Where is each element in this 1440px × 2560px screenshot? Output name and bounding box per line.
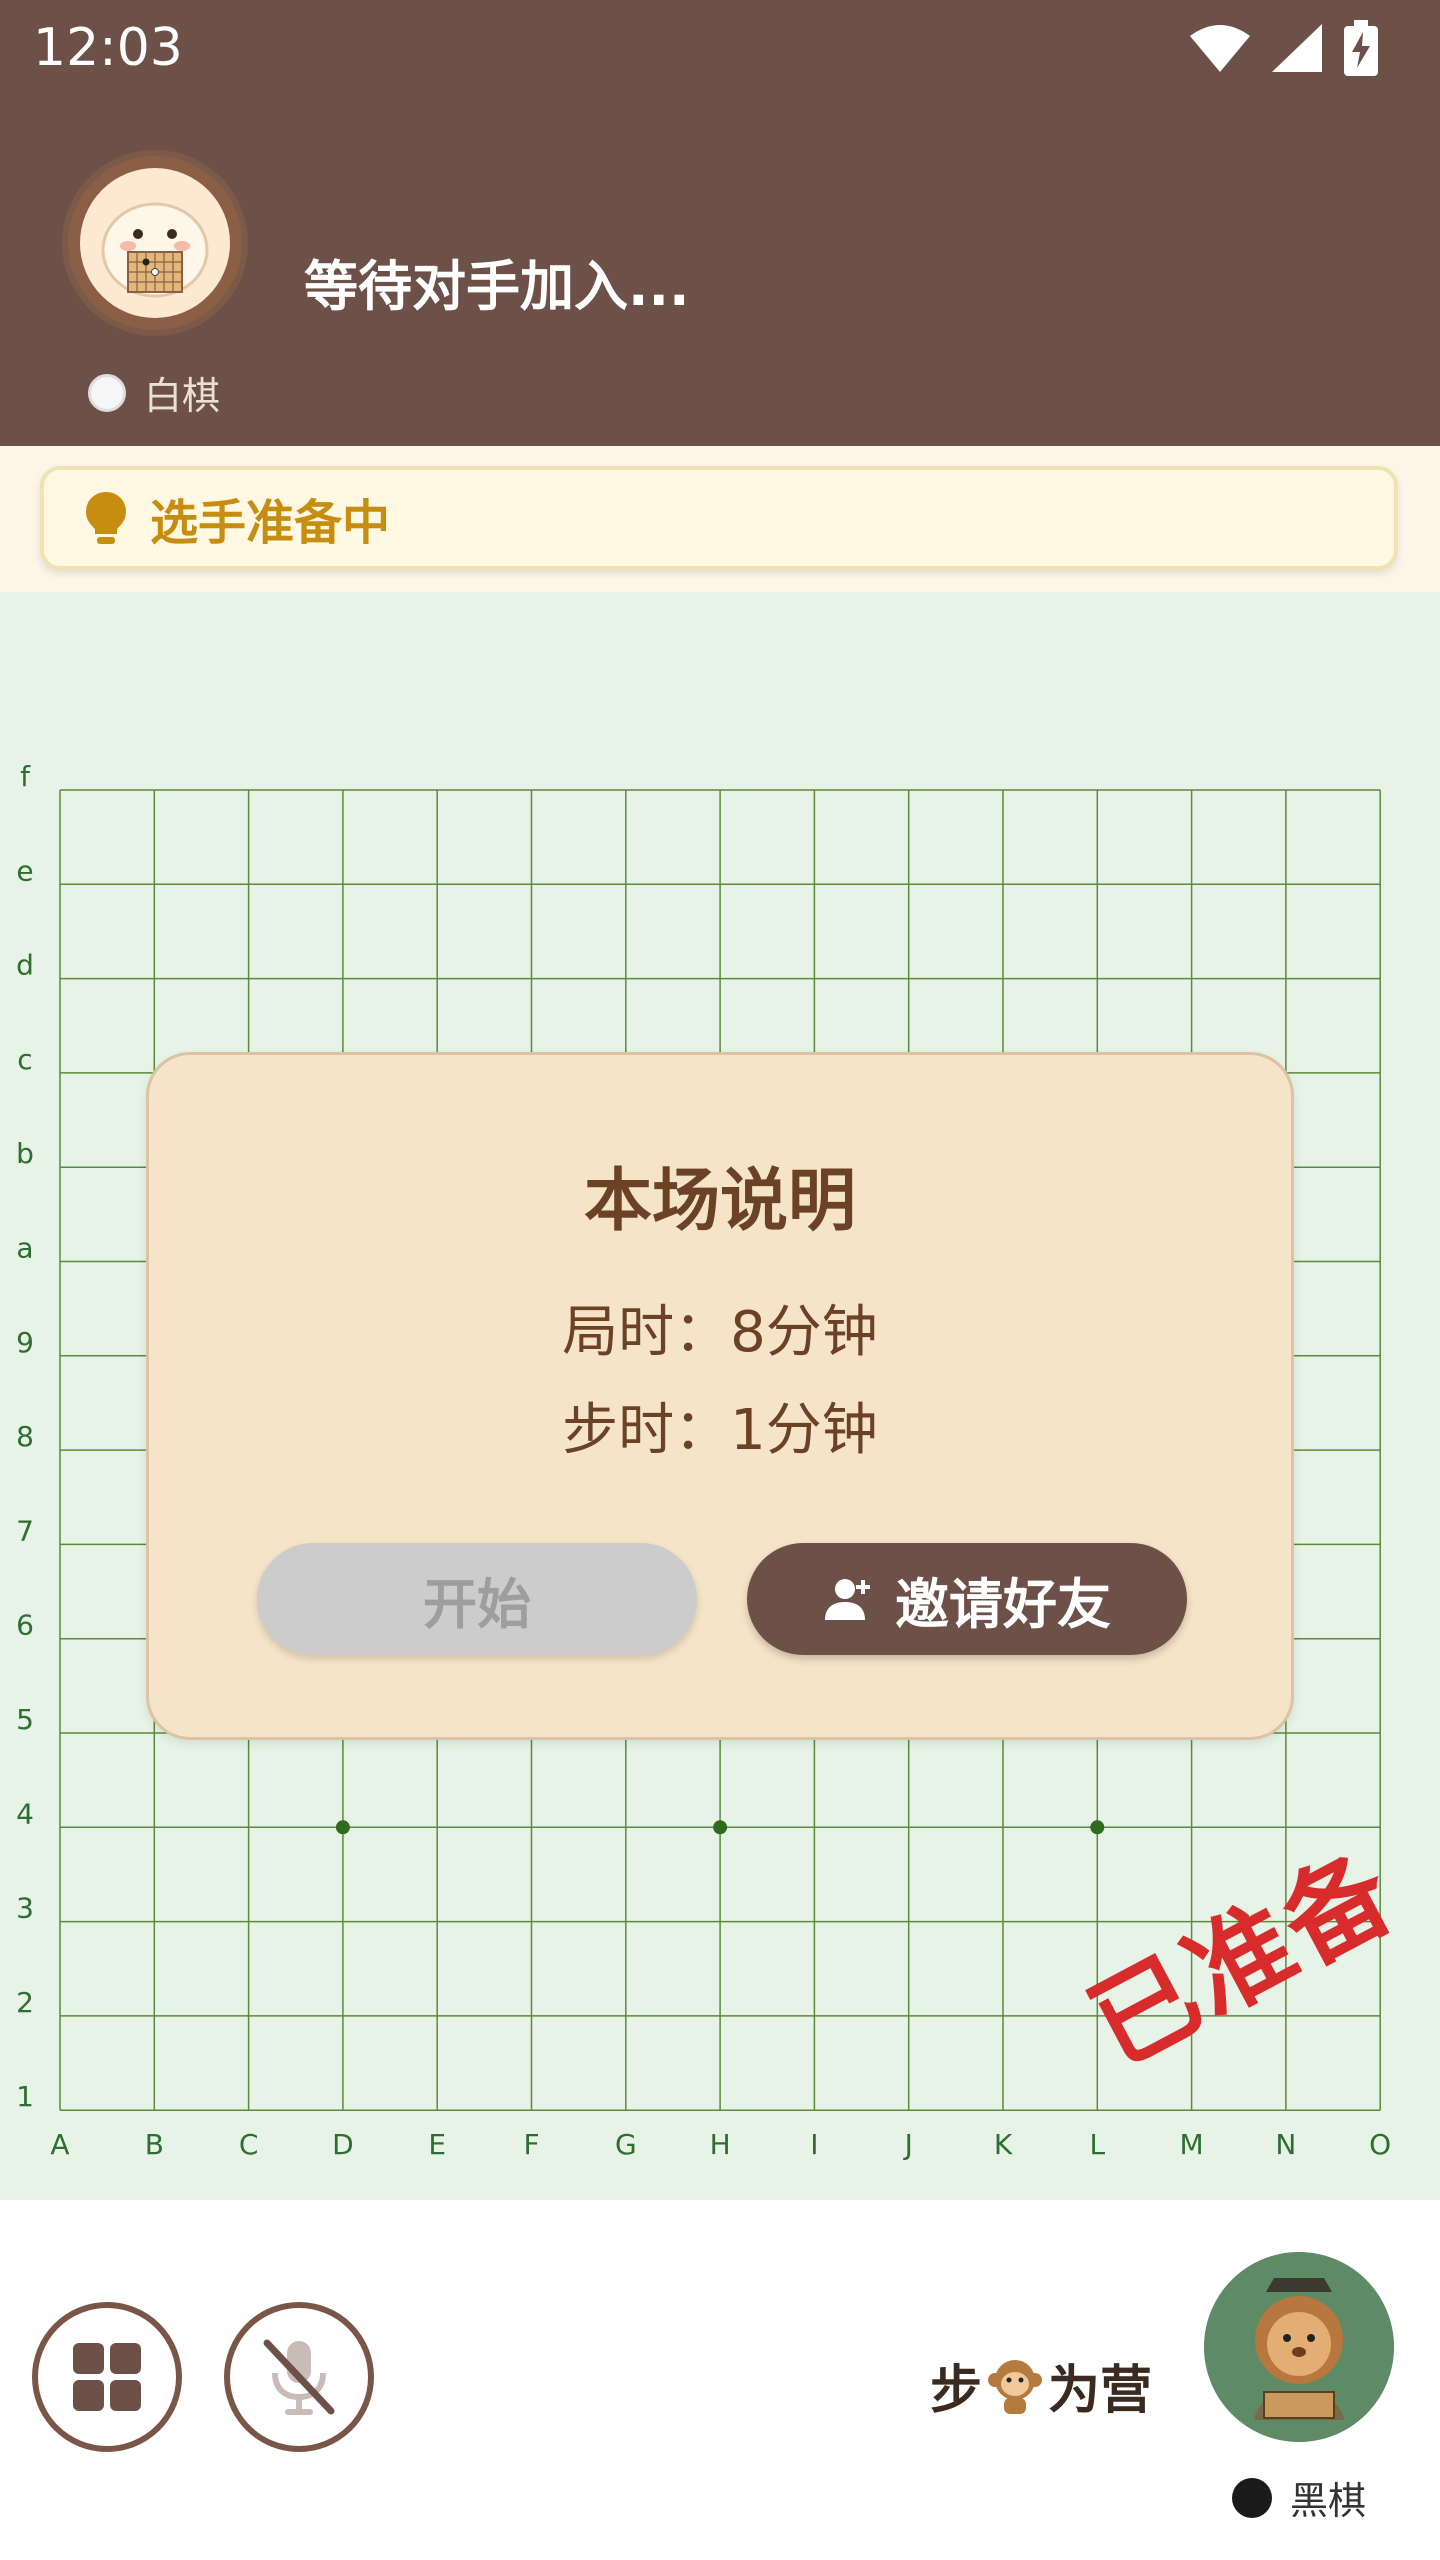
board-column-label: M xyxy=(1180,2128,1204,2161)
board-column-label: G xyxy=(615,2128,637,2161)
black-stone-icon xyxy=(1232,2477,1272,2518)
board-column-label: O xyxy=(1369,2128,1391,2161)
status-icons xyxy=(1188,20,1380,76)
dialog-title: 本场说明 xyxy=(583,1162,856,1241)
signal-icon xyxy=(1272,24,1322,72)
start-button-label: 开始 xyxy=(423,1572,531,1636)
monkey-icon xyxy=(988,2359,1043,2414)
top-header: 12:03 等待对手加入... 白棋 xyxy=(0,0,1440,446)
board-column-label: K xyxy=(994,2128,1013,2161)
opponent-status-text: 等待对手加入... xyxy=(304,255,690,318)
board-column-label: F xyxy=(523,2128,539,2161)
board-column-label: L xyxy=(1089,2128,1105,2161)
opponent-role-label: 白棋 xyxy=(144,374,221,418)
board-row-label: 2 xyxy=(16,1986,34,2019)
white-stone-icon xyxy=(88,373,126,412)
board-star-point xyxy=(1090,1820,1105,1835)
lightbulb-icon xyxy=(86,492,126,544)
match-info-dialog: 本场说明 局时：8分钟 步时：1分钟 开始 邀请好友 xyxy=(146,1052,1294,1740)
board-row-label: f xyxy=(20,760,31,793)
board-row-label: e xyxy=(16,854,33,887)
brand-text-right: 为营 xyxy=(1048,2361,1153,2421)
board-row-label: 5 xyxy=(16,1703,34,1736)
notice-area: 选手准备中 xyxy=(0,446,1440,592)
board-row-label: d xyxy=(16,949,34,982)
board-column-label: A xyxy=(50,2128,69,2161)
mascot-icon xyxy=(101,202,209,298)
board-row-label: 3 xyxy=(16,1892,34,1925)
brand-text-left: 步 xyxy=(930,2361,983,2421)
wifi-icon xyxy=(1190,25,1250,72)
board-column-label: I xyxy=(810,2128,818,2161)
invite-button-label: 邀请好友 xyxy=(895,1572,1111,1636)
status-time: 12:03 xyxy=(33,18,183,78)
board-column-label: H xyxy=(710,2128,731,2161)
board-column-label: D xyxy=(332,2128,354,2161)
player-avatar[interactable] xyxy=(1204,2252,1394,2442)
board-row-label: 6 xyxy=(16,1609,34,1642)
board-column-label: B xyxy=(145,2128,164,2161)
board-row-label: b xyxy=(16,1137,34,1170)
battery-charging-icon xyxy=(1344,20,1378,76)
lion-player-avatar-icon xyxy=(1204,2252,1394,2442)
board-row-label: 8 xyxy=(16,1420,34,1453)
menu-grid-button[interactable] xyxy=(32,2302,182,2452)
mic-toggle-button[interactable] xyxy=(224,2302,374,2452)
board-row-label: 4 xyxy=(16,1797,34,1830)
board-row-label: 9 xyxy=(16,1326,34,1359)
board-column-label: N xyxy=(1275,2128,1296,2161)
player-bar: 步 为营 黑棋 xyxy=(0,2200,1440,2560)
add-person-icon xyxy=(825,1579,870,1620)
board-column-label: C xyxy=(239,2128,259,2161)
mic-off-icon xyxy=(263,2339,335,2415)
opponent-avatar[interactable] xyxy=(62,150,248,336)
opponent-avatar-image xyxy=(80,168,230,318)
board-star-point xyxy=(335,1820,350,1835)
board-column-label: E xyxy=(428,2128,446,2161)
board-row-label: a xyxy=(16,1232,33,1265)
move-time-text: 步时：1分钟 xyxy=(562,1398,878,1463)
board-column-label: J xyxy=(903,2128,913,2161)
board-row-label: 7 xyxy=(16,1514,34,1547)
notice-text: 选手准备中 xyxy=(150,495,391,551)
notice-banner: 选手准备中 xyxy=(40,466,1398,570)
player-role: 黑棋 xyxy=(1232,2470,1366,2525)
board-row-label: c xyxy=(17,1043,32,1076)
game-time-text: 局时：8分钟 xyxy=(562,1300,878,1365)
grid-icon xyxy=(73,2343,141,2411)
player-role-label: 黑棋 xyxy=(1290,2479,1367,2523)
invite-friend-button[interactable]: 邀请好友 xyxy=(747,1543,1187,1655)
opponent-role: 白棋 xyxy=(88,365,220,420)
board-star-point xyxy=(713,1820,728,1835)
start-button[interactable]: 开始 xyxy=(257,1543,697,1655)
board-row-label: 1 xyxy=(16,2080,34,2113)
brand-logo: 步 为营 xyxy=(930,2348,1152,2423)
